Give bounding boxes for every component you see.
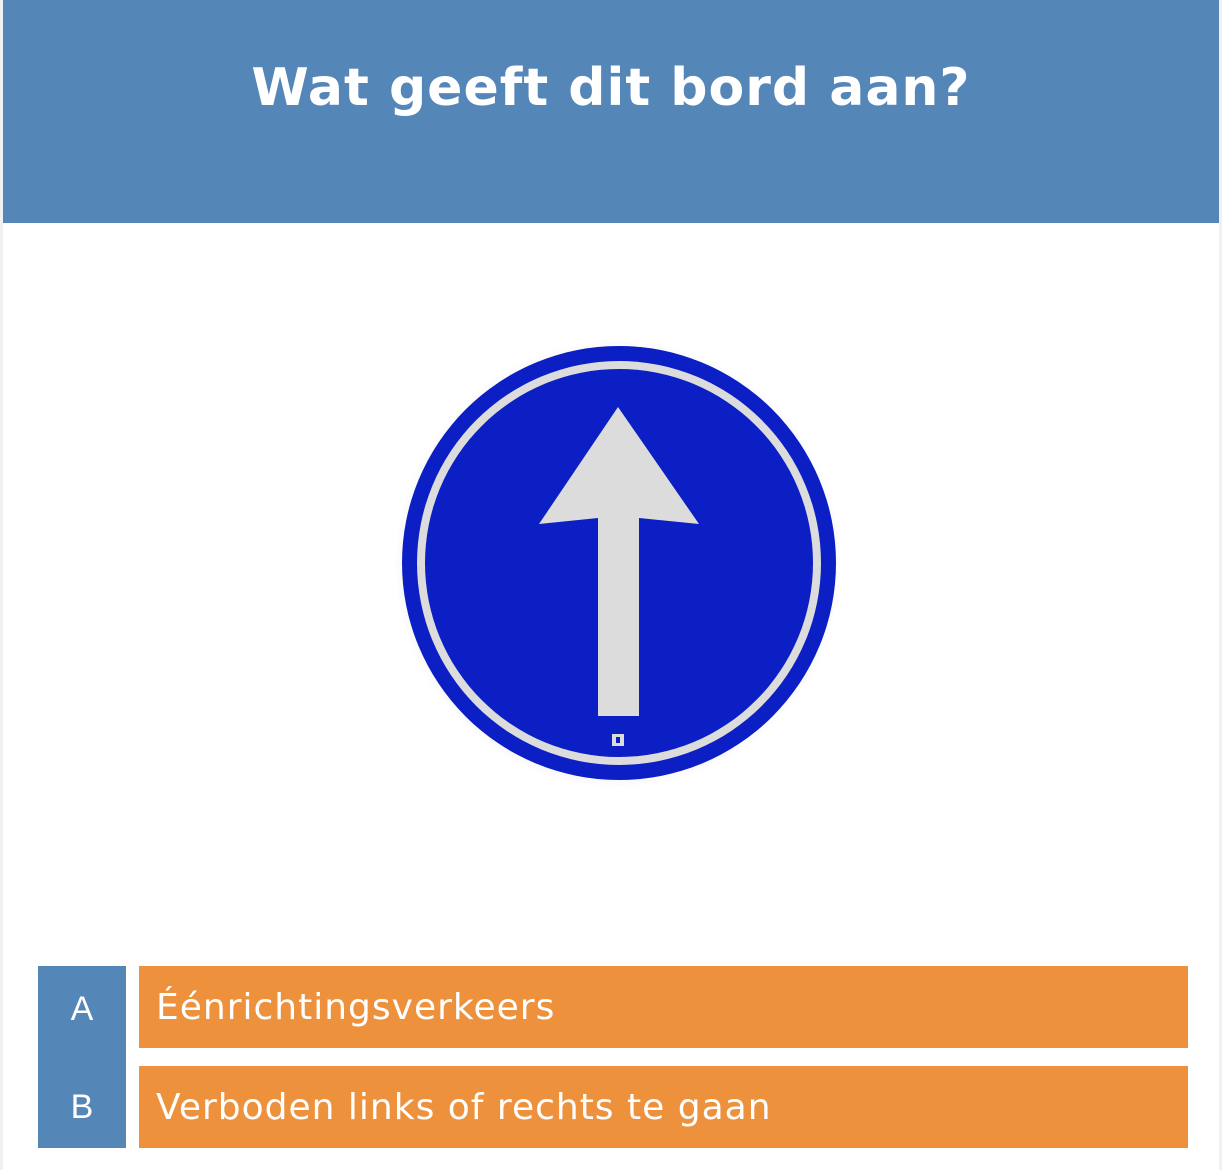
answer-a-letter: A <box>70 990 94 1028</box>
answer-b-letter: B <box>70 1088 94 1126</box>
straight-ahead-arrow-sign-icon <box>394 340 842 788</box>
answer-a-button[interactable]: Éénrichtingsverkeers <box>139 966 1188 1048</box>
answer-a-text: Éénrichtingsverkeers <box>156 986 556 1028</box>
answer-letter-column: A B <box>38 966 126 1148</box>
traffic-sign-image <box>386 338 842 794</box>
answer-list: A B Éénrichtingsverkeers Verboden links … <box>38 966 1188 1148</box>
quiz-card: Wat geeft dit bord aan? A B Éénrichtings <box>3 0 1219 1170</box>
question-title: Wat geeft dit bord aan? <box>251 58 971 118</box>
answer-b-button[interactable]: Verboden links of rechts te gaan <box>139 1066 1188 1148</box>
question-header: Wat geeft dit bord aan? <box>3 0 1219 223</box>
answer-b-text: Verboden links of rechts te gaan <box>156 1086 772 1128</box>
